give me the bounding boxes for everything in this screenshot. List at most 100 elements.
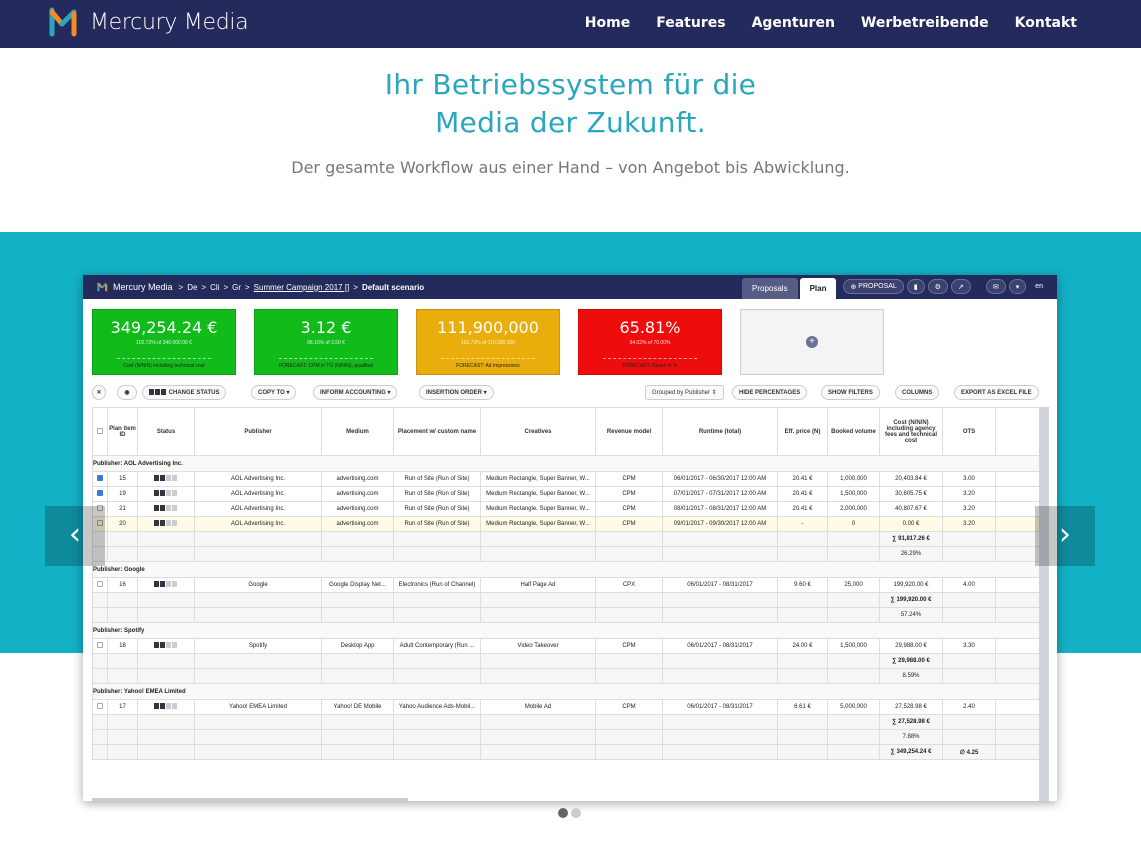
table-row[interactable]: 20 AOL Advertising Inc. advertising.com Run… bbox=[92, 516, 1040, 532]
nav-home[interactable]: Home bbox=[585, 15, 630, 31]
column-header[interactable]: Status bbox=[137, 407, 195, 456]
table-row[interactable]: 16 Google Google Display Net... Electronics… bbox=[92, 577, 1040, 593]
row-checkbox[interactable] bbox=[92, 486, 108, 502]
empty-cell bbox=[595, 744, 663, 760]
empty-cell bbox=[662, 531, 778, 547]
nav-agenturen[interactable]: Agenturen bbox=[752, 15, 835, 31]
horizontal-scrollbar[interactable] bbox=[92, 798, 408, 801]
table-row[interactable]: 17 Yahoo! EMEA Limited Yahoo! DE Mobile Yah… bbox=[92, 699, 1040, 715]
language-switch[interactable]: en bbox=[1029, 279, 1049, 294]
hide-percentages-button[interactable]: HIDE PERCENTAGES bbox=[732, 385, 808, 400]
empty-cell bbox=[662, 729, 778, 745]
columns-button[interactable]: COLUMNS bbox=[895, 385, 940, 400]
cell-cre: Medium Rectangle, Super Banner, W... bbox=[480, 471, 596, 487]
nav-kontakt[interactable]: Kontakt bbox=[1015, 15, 1077, 31]
trend-icon[interactable]: ↗ bbox=[950, 279, 971, 294]
column-header[interactable]: Cost (N/N/N) including agency fees and t… bbox=[879, 407, 943, 456]
row-checkbox[interactable] bbox=[92, 638, 108, 654]
app-logo: Mercury Media bbox=[97, 281, 173, 293]
slider-dot-2[interactable] bbox=[571, 808, 581, 818]
empty-cell bbox=[595, 607, 663, 623]
status-icons[interactable] bbox=[137, 638, 195, 654]
table-row[interactable]: 21 AOL Advertising Inc. advertising.com Run… bbox=[92, 501, 1040, 517]
empty-cell bbox=[137, 714, 195, 730]
kpi-card[interactable]: 3.12 € 88.10% of 3.50 € FORECAST: CPM in T… bbox=[254, 309, 398, 375]
kpi-card[interactable]: 65.81% 94.02% of 70.00% FORECAST: Reach in… bbox=[578, 309, 722, 375]
crumb-1[interactable]: De bbox=[187, 283, 197, 292]
close-icon[interactable]: ✕ bbox=[92, 385, 106, 400]
column-header[interactable]: Publisher bbox=[194, 407, 322, 456]
show-filters-button[interactable]: SHOW FILTERS bbox=[821, 385, 880, 400]
mail-icon[interactable]: ✉ bbox=[985, 279, 1006, 294]
group-by-select[interactable]: Grouped by Publisher ⇕ bbox=[645, 385, 724, 400]
empty-cell bbox=[480, 668, 596, 684]
row-checkbox[interactable] bbox=[92, 699, 108, 715]
kpi-card[interactable]: 349,254.24 € 102.72% of 340,000.00 € Cost … bbox=[92, 309, 236, 375]
copy-to-button[interactable]: COPY TO ▾ bbox=[251, 385, 297, 400]
crumb-campaign[interactable]: Summer Campaign 2017 [] bbox=[254, 283, 350, 292]
column-header[interactable]: Revenue model bbox=[595, 407, 663, 456]
tab-plan[interactable]: Plan bbox=[799, 278, 837, 299]
status-icons[interactable] bbox=[137, 501, 195, 517]
cell-ots: 4.00 bbox=[942, 577, 996, 593]
nav-werbetreibende[interactable]: Werbetreibende bbox=[861, 15, 989, 31]
inform-accounting-button[interactable]: INFORM ACCOUNTING ▾ bbox=[313, 385, 398, 400]
proposal-button[interactable]: ⊕ PROPOSAL bbox=[843, 279, 904, 294]
table-row[interactable]: 15 AOL Advertising Inc. advertising.com Run… bbox=[92, 471, 1040, 487]
slider-prev-button[interactable]: ‹ bbox=[45, 506, 105, 566]
nav-features[interactable]: Features bbox=[656, 15, 725, 31]
cell-vol: 1,500,000 bbox=[827, 486, 880, 502]
grand-total-cost: ∑ 349,254.24 € bbox=[879, 744, 943, 760]
column-header[interactable]: Medium bbox=[321, 407, 394, 456]
change-status-button[interactable]: CHANGE STATUS bbox=[142, 385, 227, 400]
crumb-3[interactable]: Gr bbox=[232, 283, 241, 292]
status-icons[interactable] bbox=[137, 516, 195, 532]
gear-icon[interactable]: ⚙ bbox=[927, 279, 948, 294]
cell-run: 06/01/2017 - 08/31/2017 bbox=[662, 638, 778, 654]
kpi-card[interactable]: 111,900,000 101.73% of 110,000,000 FORECAS… bbox=[416, 309, 560, 375]
chevron-down-icon[interactable]: ▾ bbox=[1008, 279, 1027, 294]
cell-model: CPM bbox=[595, 486, 663, 502]
select-all-checkbox[interactable] bbox=[92, 407, 108, 456]
column-header[interactable]: Booked volume bbox=[827, 407, 880, 456]
column-header[interactable]: Plan item ID bbox=[107, 407, 138, 456]
add-kpi-card[interactable]: + bbox=[740, 309, 884, 375]
tab-proposals[interactable]: Proposals bbox=[742, 278, 798, 299]
table-row[interactable]: 18 Spotify Desktop App Adult Contemporary (… bbox=[92, 638, 1040, 654]
crumb-2[interactable]: Cli bbox=[210, 283, 219, 292]
cell-ots: 3.20 bbox=[942, 501, 996, 517]
chart-icon[interactable]: ▮ bbox=[906, 279, 925, 294]
cell-pub: AOL Advertising Inc. bbox=[194, 516, 322, 532]
row-checkbox[interactable] bbox=[92, 577, 108, 593]
table-row[interactable]: 19 AOL Advertising Inc. advertising.com Run… bbox=[92, 486, 1040, 502]
crumb-scenario[interactable]: Default scenario bbox=[362, 283, 424, 292]
status-icons[interactable] bbox=[137, 577, 195, 593]
column-header[interactable]: Placement w/ custom name bbox=[393, 407, 481, 456]
empty-cell bbox=[827, 668, 880, 684]
export-excel-button[interactable]: EXPORT AS EXCEL FILE bbox=[954, 385, 1039, 400]
status-icons[interactable] bbox=[137, 699, 195, 715]
empty-cell bbox=[137, 607, 195, 623]
column-header[interactable]: Eff. price (N) bbox=[777, 407, 828, 456]
status-pill-icon bbox=[160, 490, 165, 496]
insertion-order-button[interactable]: INSERTION ORDER ▾ bbox=[419, 385, 494, 400]
vertical-scrollbar[interactable] bbox=[1039, 407, 1049, 801]
status-icons[interactable] bbox=[137, 486, 195, 502]
column-header[interactable]: Creatives bbox=[480, 407, 596, 456]
slider-dot-1[interactable] bbox=[558, 808, 568, 818]
column-header[interactable]: OTS bbox=[942, 407, 996, 456]
eye-icon[interactable]: ◉ bbox=[117, 385, 137, 400]
row-checkbox[interactable] bbox=[92, 471, 108, 487]
kpi-value: 349,254.24 € bbox=[110, 318, 218, 337]
empty-cell bbox=[595, 729, 663, 745]
cell-run: 06/01/2017 - 08/31/2017 bbox=[662, 699, 778, 715]
cell-pub: AOL Advertising Inc. bbox=[194, 501, 322, 517]
percentage-cell: 8.59% bbox=[879, 668, 943, 684]
cell-ots: 3.00 bbox=[942, 471, 996, 487]
status-pill-icon bbox=[154, 505, 159, 511]
status-icons[interactable] bbox=[137, 471, 195, 487]
brand-logo[interactable]: Mercury Media bbox=[48, 6, 249, 38]
empty-cell bbox=[595, 546, 663, 562]
slider-next-button[interactable]: › bbox=[1035, 506, 1095, 566]
column-header[interactable]: Runtime (total) bbox=[662, 407, 778, 456]
